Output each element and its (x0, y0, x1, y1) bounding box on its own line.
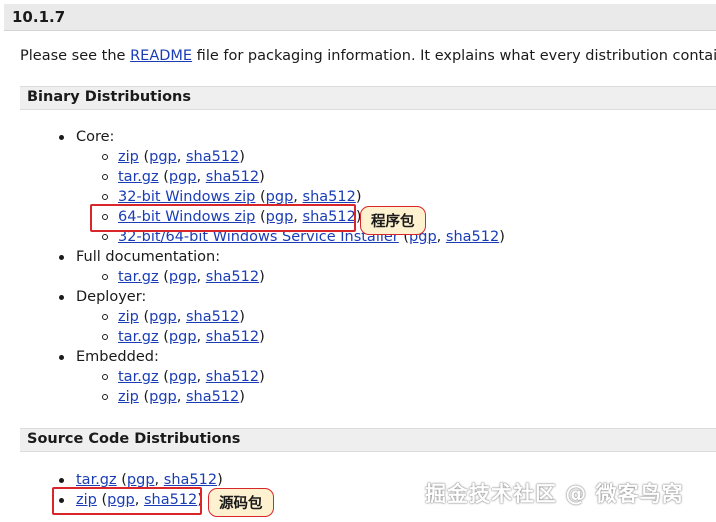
core-win32-sha-link[interactable]: sha512 (303, 189, 356, 205)
core-targz-sha-link[interactable]: sha512 (206, 169, 259, 185)
binary-section-title: Binary Distributions (27, 89, 191, 105)
embedded-item-zip: zip (pgp, sha512) (102, 389, 245, 405)
core-installer-sha-link[interactable]: sha512 (446, 229, 499, 245)
full-docs-group-label: Full documentation: (58, 249, 221, 265)
full-docs-sha-link[interactable]: sha512 (206, 269, 259, 285)
core-win64-sha-link[interactable]: sha512 (303, 209, 356, 225)
deployer-item-targz: tar.gz (pgp, sha512) (102, 329, 265, 345)
embedded-zip-pgp-link[interactable]: pgp (149, 389, 177, 405)
source-zip-sha-link[interactable]: sha512 (144, 492, 197, 508)
core-targz-link[interactable]: tar.gz (118, 169, 159, 185)
core-targz-pgp-link[interactable]: pgp (169, 169, 197, 185)
core-item-targz: tar.gz (pgp, sha512) (102, 169, 265, 185)
core-zip-sha-link[interactable]: sha512 (186, 149, 239, 165)
embedded-targz-sha-link[interactable]: sha512 (206, 369, 259, 385)
source-item-targz: tar.gz (pgp, sha512) (59, 472, 223, 488)
intro-text: Please see the README file for packaging… (20, 48, 716, 64)
source-section-title: Source Code Distributions (27, 431, 241, 447)
version-header: 10.1.7 (4, 4, 716, 31)
core-zip-pgp-link[interactable]: pgp (149, 149, 177, 165)
deployer-targz-link[interactable]: tar.gz (118, 329, 159, 345)
watermark-text: 掘金技术社区 @ 微客鸟窝 (425, 482, 684, 506)
core-item-win32: 32-bit Windows zip (pgp, sha512) (102, 189, 362, 205)
core-win32-pgp-link[interactable]: pgp (266, 189, 294, 205)
readme-link[interactable]: README (130, 48, 192, 64)
embedded-group-label: Embedded: (59, 349, 159, 365)
binary-distributions-header: Binary Distributions (20, 86, 716, 110)
core-item-service-installer: 32-bit/64-bit Windows Service Installer … (102, 229, 505, 245)
embedded-targz-pgp-link[interactable]: pgp (169, 369, 197, 385)
core-win32-link[interactable]: 32-bit Windows zip (118, 189, 255, 205)
core-group-label: Core: (58, 129, 115, 145)
deployer-zip-link[interactable]: zip (118, 309, 139, 325)
version-title: 10.1.7 (12, 8, 66, 26)
deployer-targz-pgp-link[interactable]: pgp (169, 329, 197, 345)
source-targz-sha-link[interactable]: sha512 (164, 472, 217, 488)
embedded-item-targz: tar.gz (pgp, sha512) (102, 369, 265, 385)
source-zip-link[interactable]: zip (76, 492, 97, 508)
binary-package-callout: 程序包 (360, 206, 426, 235)
intro-after: file for packaging information. It expla… (192, 48, 716, 64)
core-item-win64: 64-bit Windows zip (pgp, sha512) (102, 209, 362, 225)
deployer-targz-sha-link[interactable]: sha512 (206, 329, 259, 345)
source-item-zip: zip (pgp, sha512) (59, 492, 203, 508)
full-docs-item-targz: tar.gz (pgp, sha512) (102, 269, 265, 285)
intro-before: Please see the (20, 48, 131, 64)
core-win64-pgp-link[interactable]: pgp (266, 209, 294, 225)
embedded-zip-sha-link[interactable]: sha512 (186, 389, 239, 405)
deployer-group-label: Deployer: (58, 289, 147, 305)
full-docs-targz-link[interactable]: tar.gz (118, 269, 159, 285)
source-targz-pgp-link[interactable]: pgp (127, 472, 155, 488)
source-targz-link[interactable]: tar.gz (76, 472, 117, 488)
deployer-zip-pgp-link[interactable]: pgp (149, 309, 177, 325)
source-zip-pgp-link[interactable]: pgp (107, 492, 135, 508)
core-zip-link[interactable]: zip (118, 149, 139, 165)
core-win64-link[interactable]: 64-bit Windows zip (118, 209, 255, 225)
core-item-zip: zip (pgp, sha512) (102, 149, 245, 165)
embedded-targz-link[interactable]: tar.gz (118, 369, 159, 385)
core-installer-link[interactable]: 32-bit/64-bit Windows Service Installer (118, 229, 399, 245)
embedded-zip-link[interactable]: zip (118, 389, 139, 405)
source-distributions-header: Source Code Distributions (20, 428, 716, 452)
full-docs-pgp-link[interactable]: pgp (169, 269, 197, 285)
deployer-zip-sha-link[interactable]: sha512 (186, 309, 239, 325)
deployer-item-zip: zip (pgp, sha512) (102, 309, 245, 325)
source-package-callout: 源码包 (208, 488, 274, 517)
